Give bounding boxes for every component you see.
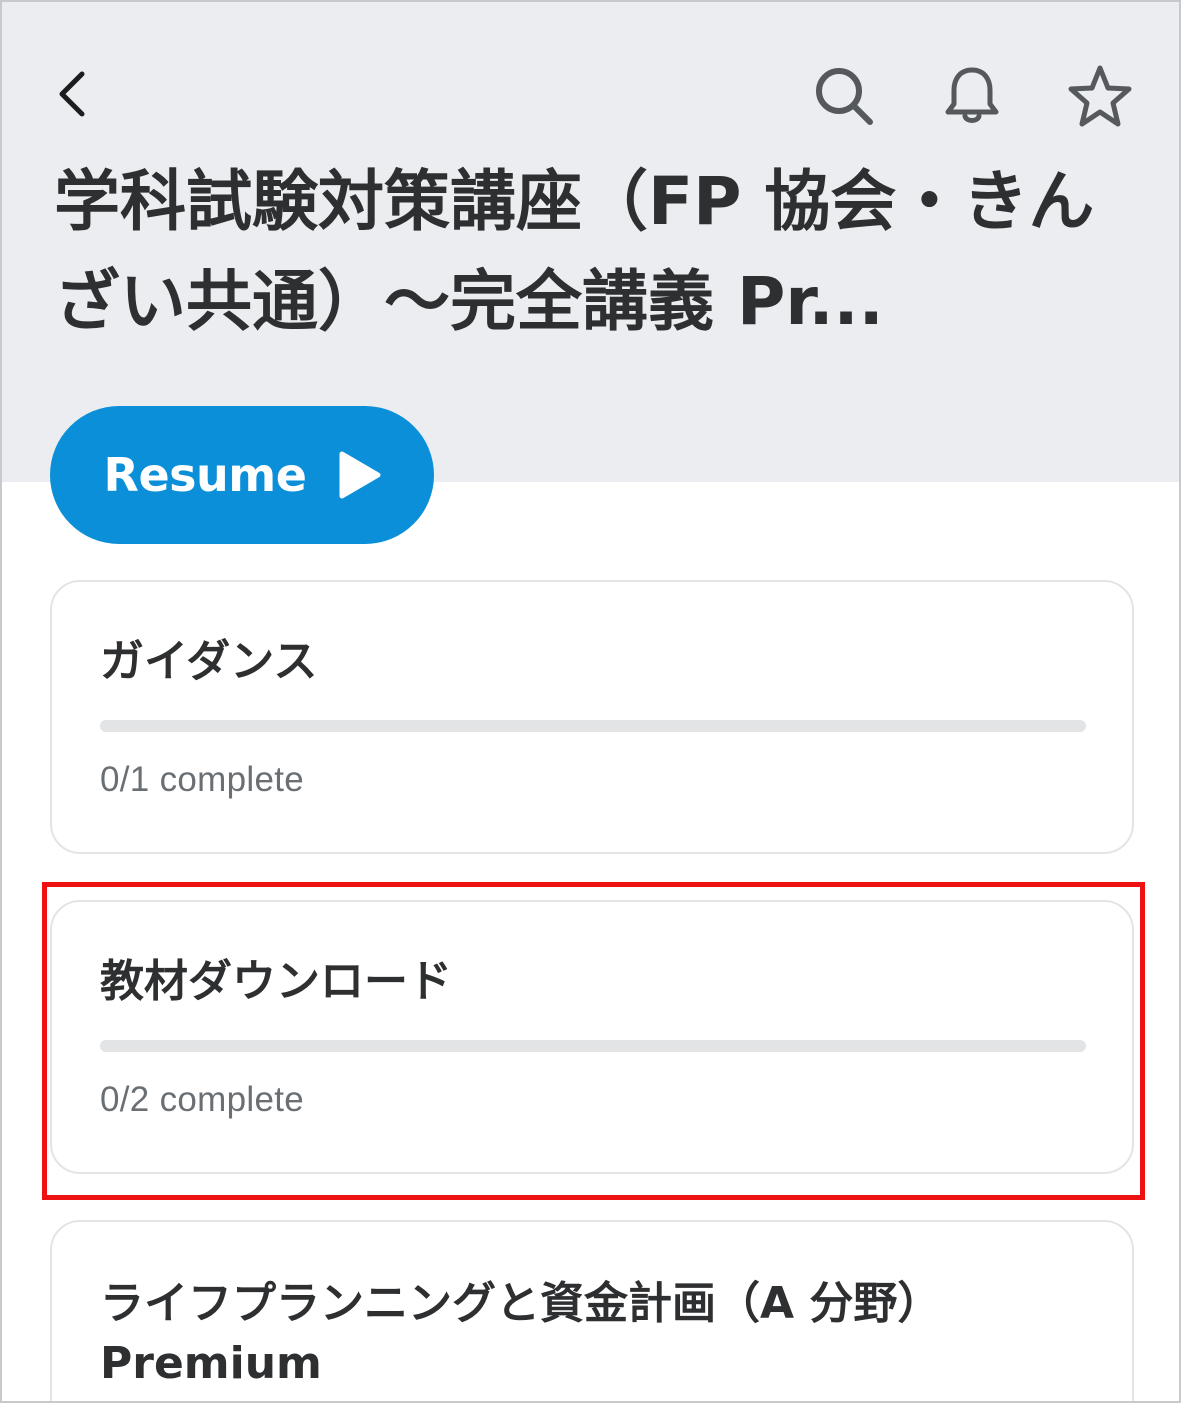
app-screen: 学科試験対策講座（FP 協会・きんざい共通）～完全講義 Pr... Resume… [0,0,1181,1403]
bell-icon [945,67,999,123]
section-title: ガイダンス [100,636,318,687]
chevron-left-icon [59,71,85,117]
section-title: ライフプランニングと資金計画（A 分野）Premium [100,1278,942,1389]
section-card-guidance[interactable]: ガイダンス 0/1 complete [50,580,1134,854]
section-card-materials-download[interactable]: 教材ダウンロード 0/2 complete [50,900,1134,1174]
search-icon [816,68,873,125]
section-card-life-planning[interactable]: ライフプランニングと資金計画（A 分野）Premium [50,1220,1134,1401]
progress-bar [100,1040,1086,1052]
course-title: 学科試験対策講座（FP 協会・きんざい共通）～完全講義 Pr... [54,163,1095,340]
progress-text: 0/1 complete [100,760,304,799]
back-button[interactable] [42,62,102,126]
progress-bar [100,720,1086,732]
resume-button-label: Resume [103,448,307,502]
play-icon [339,451,381,499]
progress-text: 0/2 complete [100,1080,304,1119]
notifications-button[interactable] [936,60,1008,132]
search-button[interactable] [808,60,880,132]
star-icon [1068,65,1132,127]
resume-button[interactable]: Resume [50,406,434,544]
favorite-button[interactable] [1062,58,1138,134]
section-title: 教材ダウンロード [100,956,452,1007]
